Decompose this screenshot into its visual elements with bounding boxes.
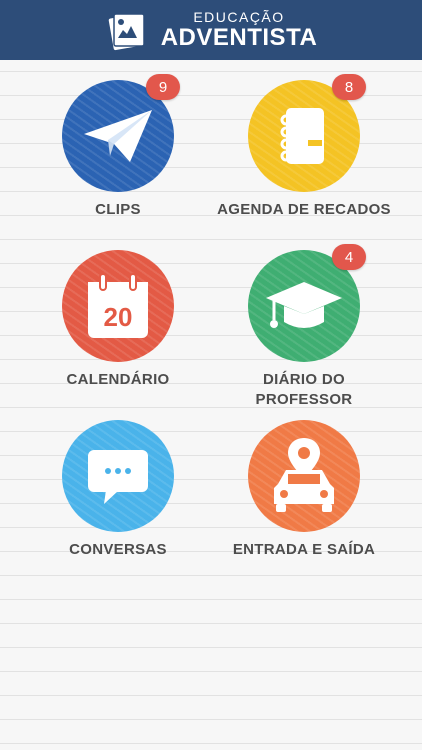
car-location-icon	[274, 438, 334, 512]
tile-clips[interactable]: 9 CLIPS	[18, 74, 218, 220]
entrada-saida-label: ENTRADA E SAÍDA	[232, 541, 376, 558]
clips-label: CLIPS	[95, 201, 141, 218]
agenda-label: AGENDA DE RECADOS	[217, 201, 391, 218]
calendario-circle[interactable]: 20	[62, 250, 174, 362]
calendar-icon: 20	[88, 273, 148, 338]
calendario-label: CALENDÁRIO	[66, 371, 170, 388]
graduation-cap-icon	[266, 282, 342, 328]
paper-plane-icon	[84, 110, 152, 162]
tile-calendario[interactable]: 20 CALENDÁRIO	[18, 250, 218, 390]
logo-line1: EDUCAÇÃO	[193, 9, 285, 25]
app-header: EDUCAÇÃO ADVENTISTA	[0, 0, 422, 60]
tile-diario-do-professor[interactable]: 4 DIÁRIO DO PROFESSOR	[204, 244, 404, 410]
conversas-circle[interactable]	[62, 420, 174, 532]
logo-line2: ADVENTISTA	[160, 24, 318, 51]
logo-book-icon	[105, 8, 149, 52]
entrada-saida-circle[interactable]	[248, 420, 360, 532]
tile-conversas[interactable]: CONVERSAS	[18, 420, 218, 560]
diario-label-line2: PROFESSOR	[255, 391, 353, 408]
notebook-icon	[280, 108, 324, 164]
diario-badge: 4	[332, 244, 366, 270]
agenda-badge: 8	[332, 74, 366, 100]
diario-label: DIÁRIO DO PROFESSOR	[256, 370, 353, 410]
conversas-label: CONVERSAS	[69, 541, 167, 558]
tile-entrada-e-saida[interactable]: ENTRADA E SAÍDA	[204, 420, 404, 560]
calendar-day: 20	[104, 302, 133, 332]
diario-label-line1: DIÁRIO DO	[263, 371, 345, 388]
chat-bubble-icon	[88, 450, 148, 504]
clips-badge: 9	[146, 74, 180, 100]
tile-agenda-de-recados[interactable]: 8 AGENDA DE RECADOS	[204, 74, 404, 220]
logo-text: EDUCAÇÃO ADVENTISTA	[160, 9, 318, 51]
